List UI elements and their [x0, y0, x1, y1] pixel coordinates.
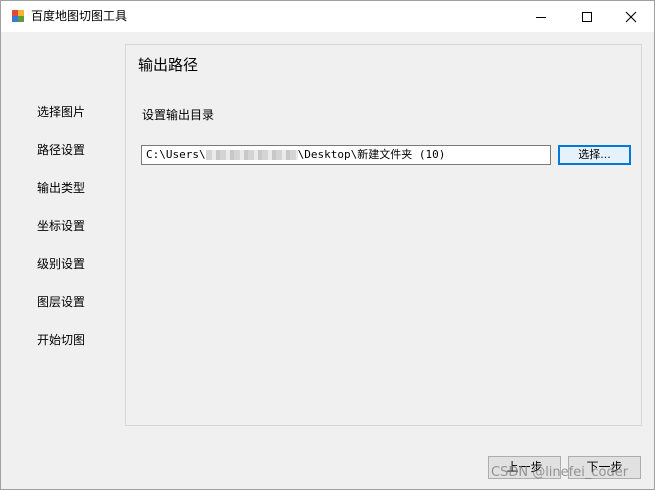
maximize-button[interactable]	[564, 1, 610, 32]
close-button[interactable]	[608, 1, 654, 32]
path-suffix: \Desktop\新建文件夹 (10)	[297, 148, 446, 161]
sidebar-item-level-settings[interactable]: 级别设置	[37, 256, 85, 272]
output-path-input[interactable]: C:\Users\ \Desktop\新建文件夹 (10)	[141, 145, 551, 165]
sidebar-item-coordinate-settings[interactable]: 坐标设置	[37, 218, 85, 234]
watermark: CSDN @linefei_coder	[491, 465, 629, 480]
window-title: 百度地图切图工具	[31, 9, 128, 23]
sidebar-item-layer-settings[interactable]: 图层设置	[37, 294, 85, 310]
sidebar-item-path-settings[interactable]: 路径设置	[37, 142, 85, 158]
sidebar-item-output-type[interactable]: 输出类型	[37, 180, 85, 196]
minimize-icon	[536, 16, 546, 18]
title-bar[interactable]: 百度地图切图工具	[1, 1, 654, 32]
path-prefix: C:\Users\	[146, 148, 206, 161]
app-window: 百度地图切图工具 选择图片 路径设置 输出类型 坐标设置 级别设置 图层设置 开…	[0, 0, 655, 490]
output-directory-label: 设置输出目录	[142, 108, 215, 122]
output-path-panel: 输出路径 设置输出目录 C:\Users\ \Desktop\新建文件夹 (10)…	[125, 44, 642, 426]
sidebar-item-select-image[interactable]: 选择图片	[37, 104, 85, 120]
panel-title: 输出路径	[138, 56, 199, 74]
close-icon	[625, 11, 637, 22]
app-icon	[11, 9, 25, 23]
minimize-button[interactable]	[518, 1, 564, 32]
maximize-icon	[582, 11, 592, 22]
sidebar-item-start-cutting[interactable]: 开始切图	[37, 332, 85, 348]
redacted-username	[205, 150, 298, 160]
browse-button[interactable]: 选择...	[558, 145, 631, 165]
